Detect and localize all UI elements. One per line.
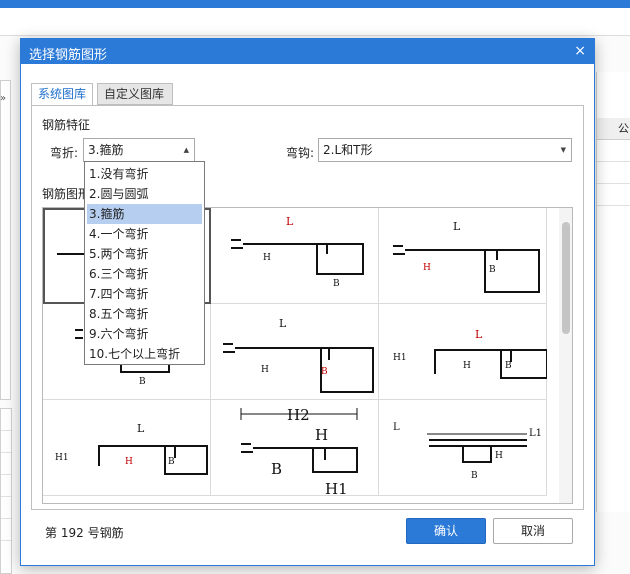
dim-label-b: B: [271, 460, 282, 478]
status-number: 192: [60, 526, 84, 540]
hook-select-value: 2.L和T形: [323, 143, 373, 157]
shape-drawing: L H B: [223, 317, 374, 393]
background-left-panel: »: [0, 80, 11, 400]
bend-option[interactable]: 10.七个以上弯折: [85, 344, 204, 364]
dim-label-l1: L1: [529, 428, 542, 439]
shape-drawing: L H1 H B: [393, 328, 547, 379]
shape-drawing: L H B: [393, 220, 540, 293]
rebar-number-status: 第 192 号钢筋: [45, 524, 124, 541]
dialog-title: 选择钢筋图形: [29, 48, 108, 63]
shape-cell[interactable]: L H1 H B: [379, 304, 547, 400]
bend-option[interactable]: 4.一个弯折: [85, 224, 204, 244]
shape-drawing: L L1 H B: [393, 422, 542, 481]
shape-cell[interactable]: L H B: [379, 208, 547, 304]
shape-drawing: L H B: [231, 215, 364, 289]
dim-label-b: B: [489, 265, 496, 275]
background-bottom-panel: [0, 408, 12, 574]
dim-label-l: L: [453, 220, 461, 233]
dim-label-b: B: [168, 457, 175, 467]
dim-label-l: L: [286, 215, 294, 228]
app-toolbar: [0, 8, 630, 36]
dim-label-b: B: [321, 367, 328, 377]
shape-cell[interactable]: L L1 H B: [379, 400, 547, 496]
shape-cell[interactable]: H2 H B H1: [211, 400, 379, 496]
dim-label-h: H: [125, 457, 133, 467]
bend-option[interactable]: 7.四个弯折: [85, 284, 204, 304]
shape-cell[interactable]: L H B: [211, 208, 379, 304]
background-row: [597, 184, 630, 206]
dim-label-h1: H1: [325, 480, 348, 496]
app-title-bar: [0, 0, 630, 8]
dim-label-l: L: [475, 328, 483, 341]
dialog-title-bar: 选择钢筋图形 ×: [21, 39, 594, 64]
dim-label-b: B: [505, 361, 512, 371]
dim-label-h2: H2: [287, 406, 310, 424]
dim-label-h: H: [463, 361, 471, 371]
dim-label-b: B: [139, 377, 146, 387]
bend-option[interactable]: 5.两个弯折: [85, 244, 204, 264]
dim-label-h: H: [261, 365, 269, 375]
bend-option[interactable]: 1.没有弯折: [85, 164, 204, 184]
dim-label-l: L: [137, 422, 145, 435]
bend-option[interactable]: 2.圆与圆弧: [85, 184, 204, 204]
dim-label-h: H: [423, 263, 431, 273]
background-row: [597, 140, 630, 162]
bend-option[interactable]: 6.三个弯折: [85, 264, 204, 284]
dim-label-h1: H1: [55, 453, 69, 463]
tab-custom-library[interactable]: 自定义图库: [97, 83, 173, 105]
dim-label-h: H: [495, 451, 503, 461]
dim-label-b: B: [471, 471, 478, 481]
hook-label: 弯钩:: [286, 146, 315, 160]
status-suffix: 号钢筋: [87, 526, 124, 540]
shape-cell[interactable]: L H1 H B: [43, 400, 211, 496]
status-prefix: 第: [45, 526, 58, 540]
close-icon[interactable]: ×: [574, 43, 586, 59]
shape-section-label: 钢筋图形: [42, 187, 91, 201]
dim-label-l: L: [279, 317, 287, 330]
chevron-down-icon: ▼: [560, 146, 566, 154]
chevron-up-icon: ▲: [183, 146, 189, 154]
gallery-scroll-thumb[interactable]: [562, 222, 570, 334]
shape-drawing: H2 H B H1: [240, 406, 358, 496]
cancel-button[interactable]: 取消: [493, 518, 573, 544]
dim-label-b: B: [333, 279, 340, 289]
bend-select-value: 3.箍筋: [88, 143, 124, 157]
shape-cell[interactable]: L H B: [211, 304, 379, 400]
hook-select[interactable]: 2.L和T形 ▼: [318, 138, 572, 162]
dim-label-h1: H1: [393, 353, 407, 363]
background-right-panel: 公: [596, 72, 630, 512]
bend-label: 弯折:: [50, 146, 79, 160]
tab-system-library[interactable]: 系统图库: [31, 83, 93, 106]
bend-option[interactable]: 9.六个弯折: [85, 324, 204, 344]
bend-option[interactable]: 8.五个弯折: [85, 304, 204, 324]
background-row: [597, 162, 630, 184]
gallery-scrollbar[interactable]: [559, 208, 572, 503]
feature-section-label: 钢筋特征: [42, 118, 91, 132]
bend-option-selected[interactable]: 3.箍筋: [87, 204, 202, 224]
bend-select[interactable]: 3.箍筋 ▲: [83, 138, 195, 162]
shape-drawing: L H1 H B: [55, 422, 208, 475]
bend-dropdown-list: 1.没有弯折 2.圆与圆弧 3.箍筋 4.一个弯折 5.两个弯折 6.三个弯折 …: [84, 161, 205, 365]
background-column-header: 公: [597, 118, 630, 140]
dim-label-h: H: [263, 253, 271, 263]
dim-label-h: H: [315, 426, 328, 444]
dim-label-l: L: [393, 422, 400, 433]
panel-scroll-arrows-icon[interactable]: »: [0, 93, 6, 104]
confirm-button[interactable]: 确认: [406, 518, 486, 544]
